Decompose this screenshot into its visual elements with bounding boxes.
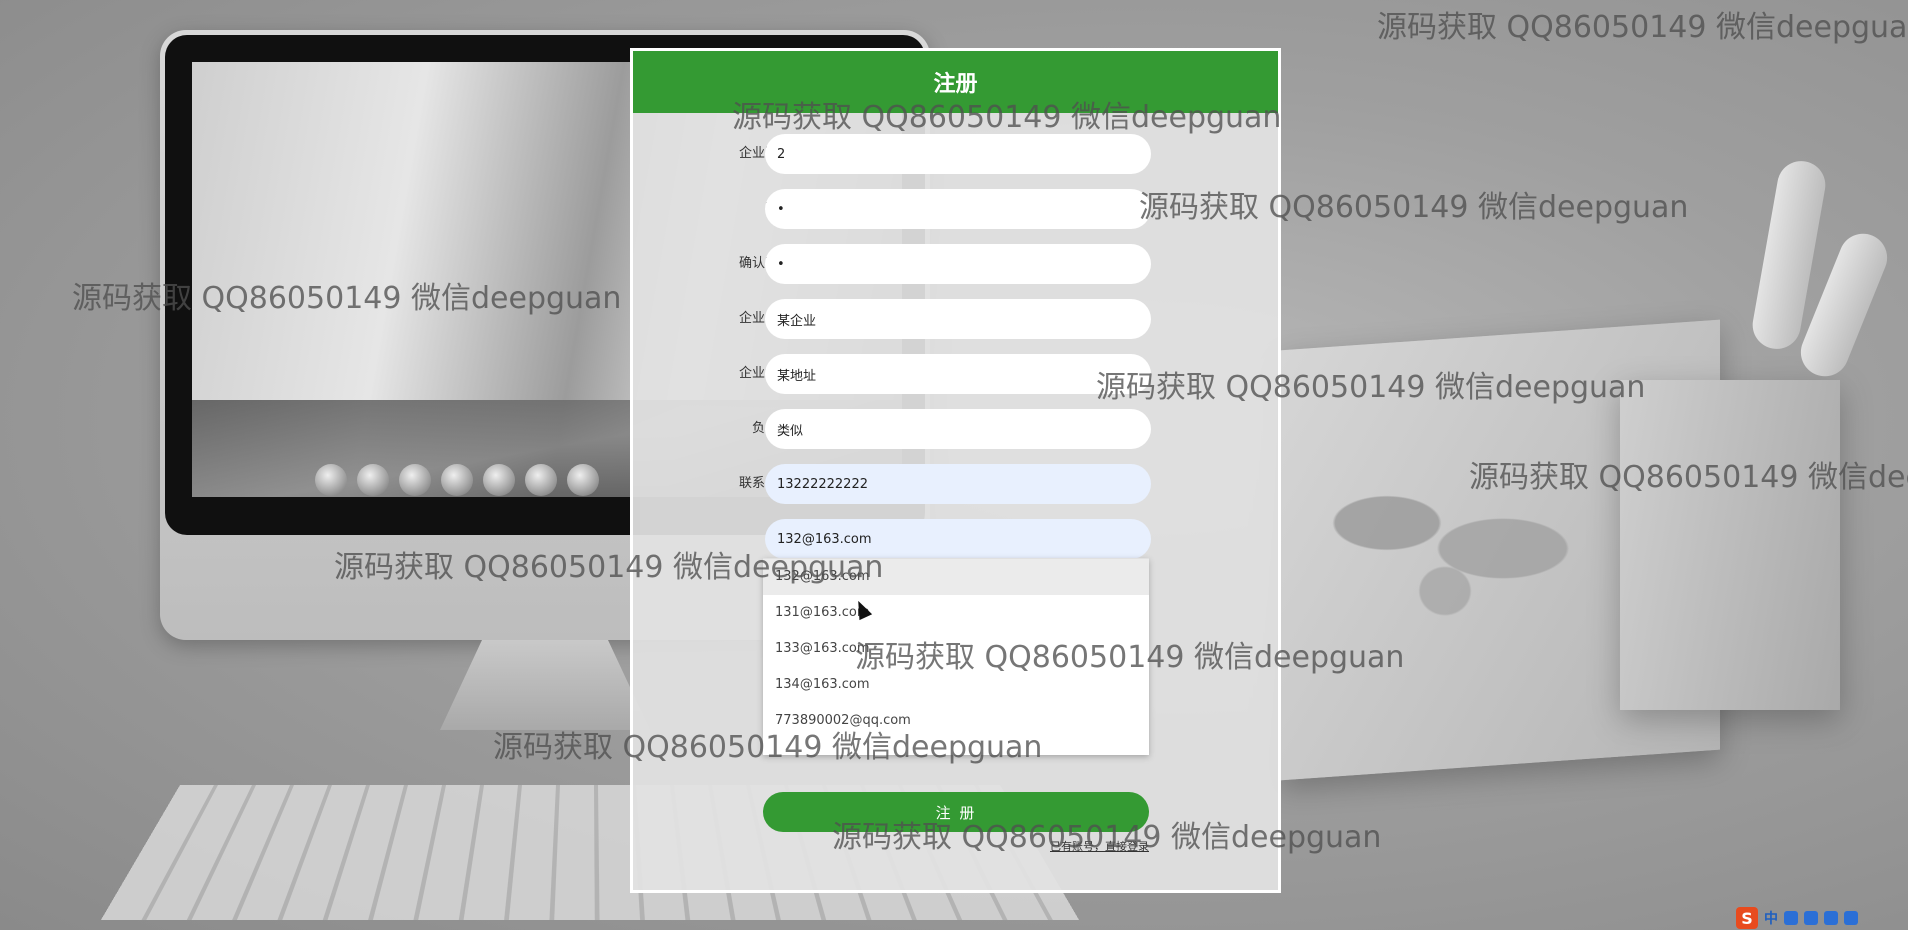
form-row-company-name: 企业名称 <box>633 299 1278 339</box>
company-address-input[interactable] <box>765 354 1151 394</box>
login-link[interactable]: 已有账号，直接登录 <box>960 838 1149 854</box>
form-row-email: 邮箱 <box>633 519 1278 559</box>
autocomplete-option[interactable]: 133@163.com <box>763 631 1149 667</box>
microphone-icon[interactable] <box>1804 911 1818 925</box>
form-row-password: 密码 <box>633 189 1278 229</box>
email-autocomplete-dropdown: 132@163.com 131@163.com 133@163.com 134@… <box>763 558 1149 755</box>
dock-icon <box>441 464 473 496</box>
company-name-input[interactable] <box>765 299 1151 339</box>
register-button[interactable]: 注 册 <box>763 792 1149 832</box>
dock-icon <box>567 464 599 496</box>
dock-icon <box>483 464 515 496</box>
dock-icons <box>305 458 645 502</box>
register-panel: 注册 企业账号 密码 确认密码 企业名称 企业地址 负责人 联系手机 邮箱 <box>630 48 1281 893</box>
form-row-phone: 联系手机 <box>633 464 1278 504</box>
password-input[interactable] <box>765 189 1151 229</box>
panel-title: 注册 <box>633 51 1278 113</box>
dock-icon <box>525 464 557 496</box>
world-map-illustration <box>1300 455 1590 625</box>
autocomplete-option[interactable]: 131@163.com <box>763 595 1149 631</box>
email-input[interactable] <box>765 519 1151 559</box>
phone-input[interactable] <box>765 464 1151 504</box>
autocomplete-option[interactable]: 134@163.com <box>763 667 1149 703</box>
small-bag-illustration <box>1620 380 1840 710</box>
account-input[interactable] <box>765 134 1151 174</box>
ime-mode-indicator[interactable]: 中 <box>1764 908 1778 928</box>
confirm-password-input[interactable] <box>765 244 1151 284</box>
dock-icon <box>357 464 389 496</box>
dock-icon <box>315 464 347 496</box>
form-row-account: 企业账号 <box>633 134 1278 174</box>
ime-toolbar: S 中 <box>1736 906 1908 930</box>
autocomplete-option[interactable]: 773890002@qq.com <box>763 703 1149 739</box>
form-row-confirm-password: 确认密码 <box>633 244 1278 284</box>
form-row-manager: 负责人 <box>633 409 1278 449</box>
sogou-ime-icon[interactable]: S <box>1736 907 1758 929</box>
punctuation-icon[interactable] <box>1784 911 1798 925</box>
dock-icon <box>399 464 431 496</box>
autocomplete-option[interactable]: 132@163.com <box>763 559 1149 595</box>
form-row-company-address: 企业地址 <box>633 354 1278 394</box>
skin-icon[interactable] <box>1844 911 1858 925</box>
manager-input[interactable] <box>765 409 1151 449</box>
keyboard-icon[interactable] <box>1824 911 1838 925</box>
